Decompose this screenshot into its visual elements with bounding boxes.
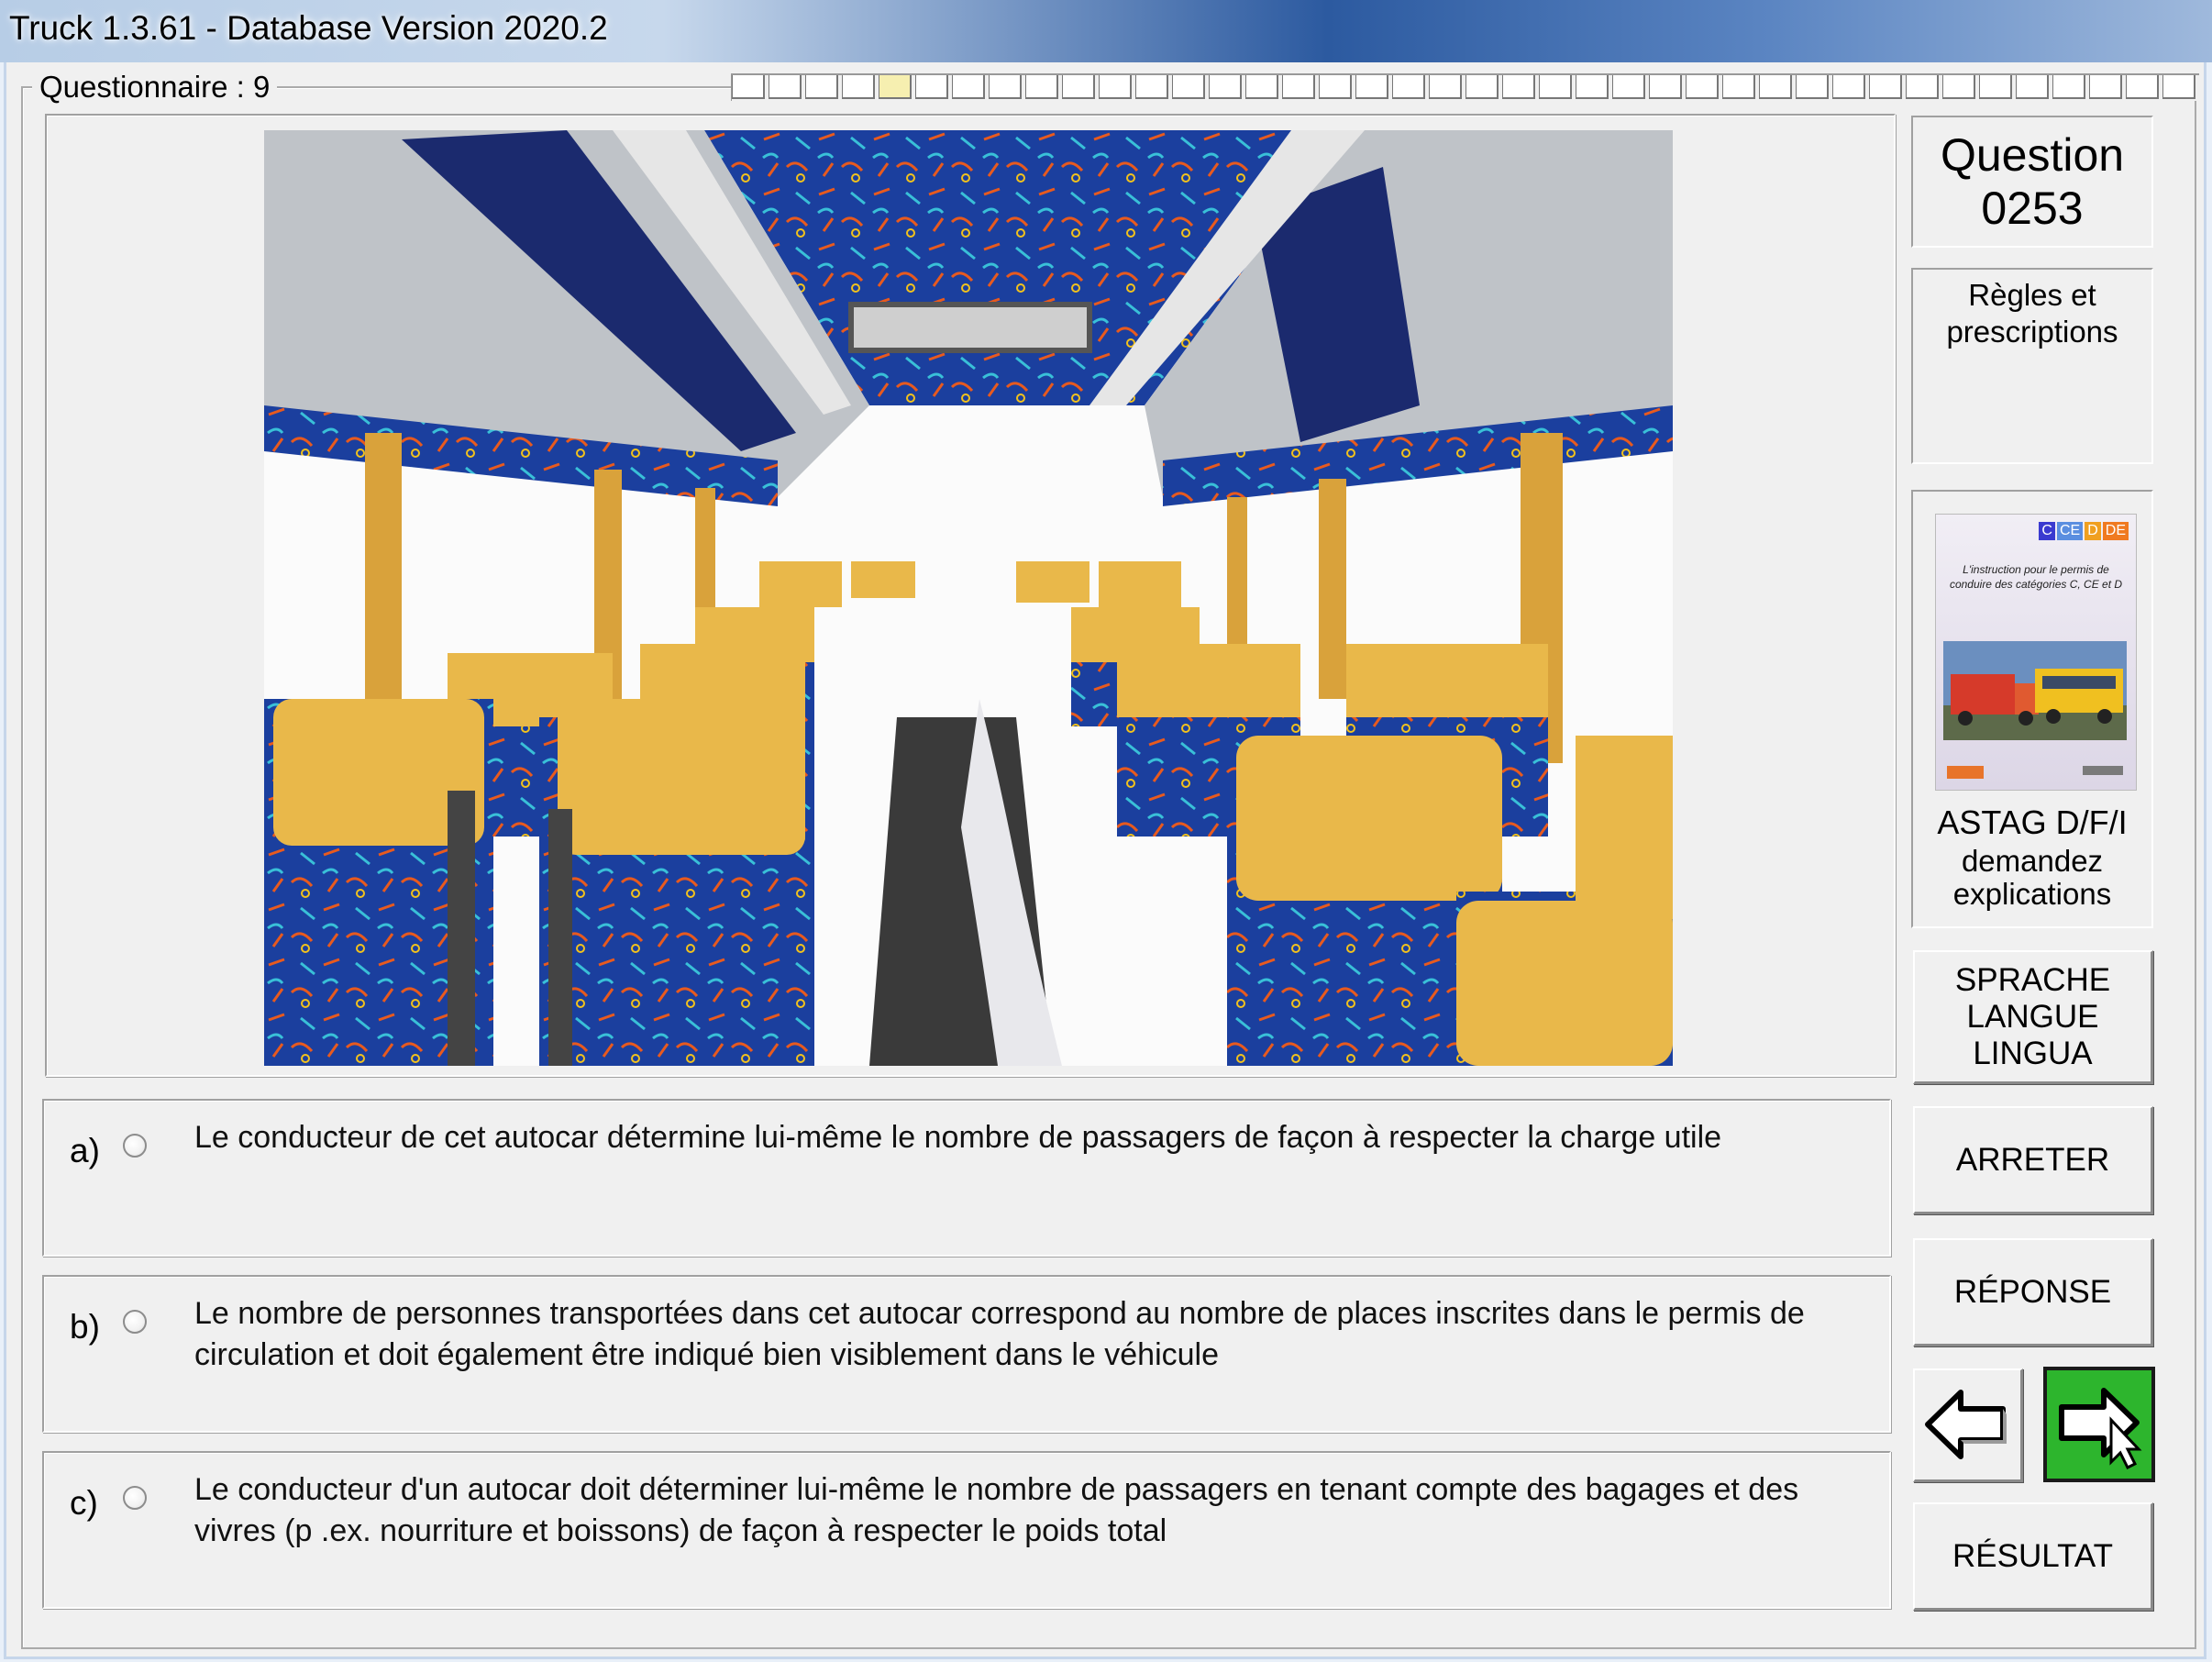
progress-segment — [1759, 75, 1792, 99]
question-progress-bar — [731, 73, 2199, 101]
answer-a-letter: a) — [70, 1132, 100, 1169]
answer-c-radio[interactable] — [123, 1486, 147, 1510]
answer-b-text: Le nombre de personnes transportées dans… — [194, 1296, 1805, 1372]
progress-segment — [1686, 75, 1719, 99]
language-button[interactable]: SPRACHE LANGUE LINGUA — [1913, 950, 2153, 1084]
previous-button[interactable] — [1913, 1368, 2023, 1482]
question-image — [264, 130, 1673, 1066]
window-title: Truck 1.3.61 - Database Version 2020.2 — [9, 9, 608, 47]
progress-segment — [2089, 75, 2122, 99]
progress-segment — [952, 75, 985, 99]
answer-b-panel[interactable]: b) Le nombre de personnes transportées d… — [42, 1275, 1891, 1433]
language-label-it: LINGUA — [1973, 1035, 2093, 1071]
progress-segment — [1906, 75, 1939, 99]
astag-book-cover: C CE D DE L'instruction pour le permis d… — [1935, 514, 2137, 791]
progress-segment — [769, 75, 802, 99]
progress-segment — [1796, 75, 1829, 99]
answer-button[interactable]: RÉPONSE — [1913, 1238, 2153, 1346]
astag-logo — [1947, 766, 1984, 779]
progress-segment — [1355, 75, 1388, 99]
rules-button[interactable]: Règles et prescriptions — [1911, 268, 2153, 464]
progress-segment — [1979, 75, 2012, 99]
progress-segment — [1869, 75, 1902, 99]
progress-segment — [1429, 75, 1462, 99]
answer-a-panel[interactable]: a) Le conducteur de cet autocar détermin… — [42, 1099, 1891, 1257]
book-truck-bus-illustration — [1943, 641, 2127, 740]
answer-b-radio[interactable] — [123, 1310, 147, 1334]
progress-segment — [1245, 75, 1278, 99]
right-arrow-icon — [2059, 1388, 2142, 1470]
book-badge-ce: CE — [2056, 522, 2084, 540]
progress-segment — [2016, 75, 2049, 99]
answer-b-letter: b) — [70, 1308, 100, 1346]
answer-c-panel[interactable]: c) Le conducteur d'un autocar doit déter… — [42, 1451, 1891, 1609]
progress-segment — [1025, 75, 1058, 99]
book-badge-de: DE — [2102, 522, 2129, 540]
progress-segment — [1576, 75, 1609, 99]
progress-segment — [1282, 75, 1315, 99]
question-number-box: Question 0253 — [1911, 116, 2153, 248]
progress-segment — [2162, 75, 2195, 99]
left-arrow-icon — [1925, 1390, 2007, 1459]
language-label-de: SPRACHE — [1954, 961, 2111, 998]
progress-segment — [1209, 75, 1242, 99]
progress-segment — [1832, 75, 1865, 99]
progress-segment — [915, 75, 948, 99]
progress-segment — [805, 75, 838, 99]
question-word: Question — [1940, 129, 2125, 181]
title-bar: Truck 1.3.61 - Database Version 2020.2 — [0, 0, 2212, 62]
answer-a-radio[interactable] — [123, 1134, 147, 1158]
answer-c-text: Le conducteur d'un autocar doit détermin… — [194, 1472, 1799, 1548]
progress-segment — [989, 75, 1022, 99]
progress-segment — [732, 75, 765, 99]
progress-segment — [1465, 75, 1499, 99]
book-badge-c: C — [2039, 522, 2055, 540]
question-number: 0253 — [1981, 183, 2084, 234]
astag-explanations-button[interactable]: C CE D DE L'instruction pour le permis d… — [1911, 490, 2153, 928]
progress-segment — [2126, 75, 2159, 99]
questionnaire-label: Questionnaire : 9 — [32, 70, 278, 105]
rules-line-1: Règles et — [1968, 278, 2096, 312]
progress-segment — [1099, 75, 1132, 99]
rules-line-2: prescriptions — [1946, 315, 2118, 349]
stop-button[interactable]: ARRETER — [1913, 1106, 2153, 1214]
progress-segment — [2052, 75, 2085, 99]
progress-segment — [1649, 75, 1682, 99]
progress-segment — [1722, 75, 1755, 99]
astag-line-1: ASTAG D/F/I — [1937, 803, 2128, 841]
progress-segment — [1502, 75, 1535, 99]
astag-line-3: explications — [1952, 877, 2112, 911]
progress-segment — [1392, 75, 1425, 99]
progress-segment — [1062, 75, 1095, 99]
answer-c-letter: c) — [70, 1484, 98, 1522]
progress-segment — [1135, 75, 1168, 99]
progress-segment — [1612, 75, 1645, 99]
answer-a-text: Le conducteur de cet autocar détermine l… — [194, 1120, 1722, 1155]
book-publisher-logos — [1936, 766, 2136, 784]
progress-segment — [1942, 75, 1975, 99]
result-button[interactable]: RÉSULTAT — [1913, 1502, 2153, 1611]
book-badge-d: D — [2085, 522, 2101, 540]
progress-segment — [1319, 75, 1352, 99]
vogel-logo — [2083, 766, 2123, 775]
progress-segment — [879, 75, 912, 99]
progress-segment — [842, 75, 875, 99]
progress-segment — [1172, 75, 1205, 99]
book-title: L'instruction pour le permis de conduire… — [1949, 563, 2123, 591]
progress-segment — [1539, 75, 1572, 99]
next-button[interactable] — [2043, 1367, 2155, 1482]
language-label-fr: LANGUE — [1966, 998, 2099, 1035]
